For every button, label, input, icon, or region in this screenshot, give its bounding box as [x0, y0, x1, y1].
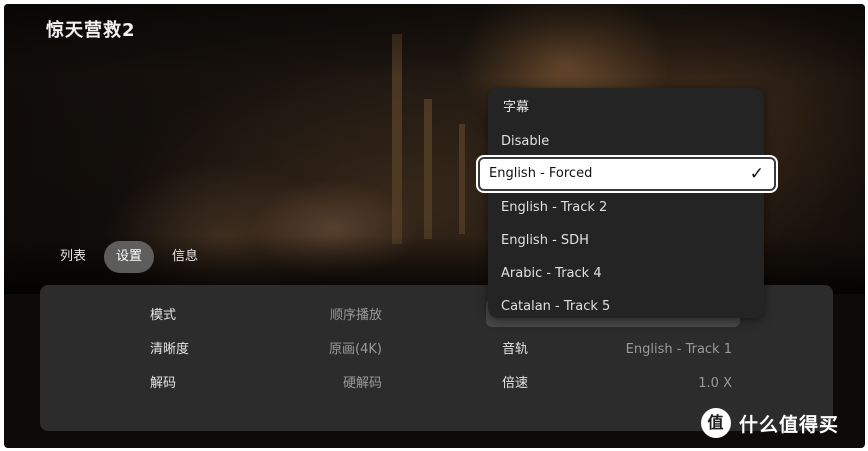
speed-label: 倍速 — [502, 376, 529, 391]
subtitle-option-english-track-2[interactable]: English - Track 2 — [488, 191, 764, 224]
watermark-text: 什么值得买 — [739, 413, 840, 436]
subtitle-menu-title: 字幕 — [503, 100, 530, 115]
watermark: 值 什么值得买 — [701, 408, 839, 438]
subtitle-menu: 字幕 Disable English - Track 2 English - S… — [488, 88, 764, 318]
tab-list[interactable]: 列表 — [48, 241, 98, 273]
check-icon: ✓ — [749, 164, 764, 184]
settings-row-quality[interactable]: 清晰度 原画(4K) 音轨 English - Track 1 — [40, 333, 833, 367]
audio-track-value: English - Track 1 — [625, 342, 732, 357]
subtitle-option-arabic-track-4[interactable]: Arabic - Track 4 — [488, 257, 764, 290]
subtitle-option-catalan-track-5[interactable]: Catalan - Track 5 — [488, 290, 764, 318]
speed-value: 1.0 X — [698, 376, 732, 391]
subtitle-option-disable[interactable]: Disable — [488, 125, 764, 158]
watermark-logo-icon: 值 — [701, 408, 731, 438]
mode-label: 模式 — [150, 308, 177, 323]
decode-label: 解码 — [150, 376, 177, 391]
player-screen: 惊天营救2 列表 设置 信息 模式 顺序播放 清晰度 原画(4K) 音轨 Eng… — [4, 4, 865, 448]
tab-settings[interactable]: 设置 — [104, 241, 155, 273]
tab-bar: 列表 设置 信息 — [48, 241, 210, 273]
tab-info[interactable]: 信息 — [160, 241, 210, 273]
subtitle-option-label: English - Forced — [489, 166, 593, 181]
decode-value: 硬解码 — [342, 376, 382, 391]
settings-row-decode[interactable]: 解码 硬解码 倍速 1.0 X — [40, 367, 833, 401]
quality-label: 清晰度 — [150, 342, 190, 357]
subtitle-option-english-forced[interactable]: English - Forced ✓ — [478, 157, 776, 191]
video-title: 惊天营救2 — [46, 20, 136, 41]
quality-value: 原画(4K) — [329, 342, 382, 357]
audio-track-label: 音轨 — [502, 342, 529, 357]
mode-value: 顺序播放 — [329, 308, 382, 323]
subtitle-option-english-sdh[interactable]: English - SDH — [488, 224, 764, 257]
